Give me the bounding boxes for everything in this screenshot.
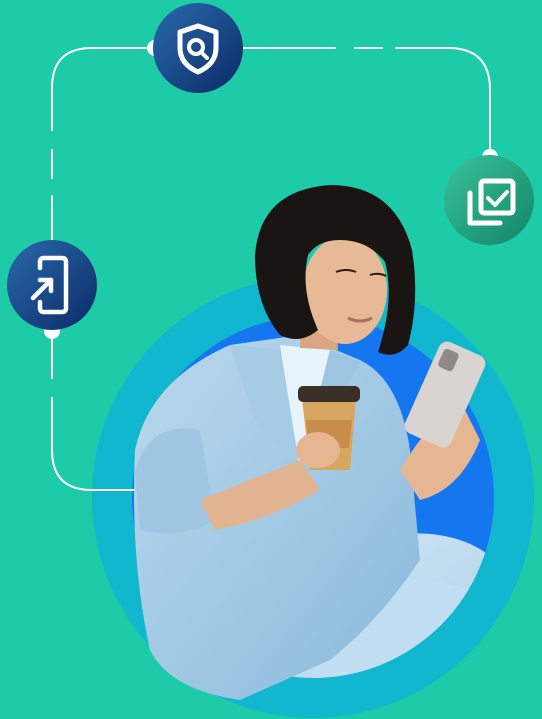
shield-search-badge [153, 3, 243, 93]
hero-svg [0, 0, 542, 719]
device-login-badge [7, 240, 97, 330]
hero-illustration [0, 0, 542, 719]
left-hand [296, 432, 340, 468]
checklist-badge [444, 155, 534, 245]
